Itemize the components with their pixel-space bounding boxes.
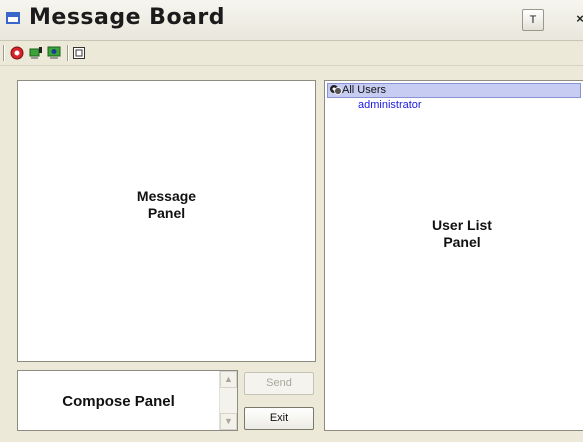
toolbar-separator [67,45,68,61]
users-icon [329,84,342,102]
scroll-up-button[interactable]: ▲ [220,371,237,388]
red-circle-icon[interactable] [10,46,24,60]
all-users-label: All Users [342,84,387,96]
user-list-panel[interactable]: All Users administrator User List Panel [324,80,583,431]
pin-button[interactable]: T [522,9,544,31]
compose-scrollbar[interactable]: ▲ ▼ [219,371,237,430]
message-panel[interactable]: Message Panel [17,80,316,362]
exit-button[interactable]: Exit [244,407,314,430]
toolbar [0,41,583,66]
window-icon [6,12,20,24]
user-list-item[interactable]: administrator [358,99,422,111]
message-panel-label: Message Panel [136,188,197,221]
compose-panel-label: Compose Panel [62,393,175,410]
toolbar-grip [3,45,4,61]
title-bar: Message Board T × [0,0,583,41]
computer-lock-icon[interactable] [47,46,61,60]
send-button[interactable]: Send [244,372,314,395]
all-users-group[interactable]: All Users [327,83,581,98]
user-list-panel-label: User List Panel [432,217,492,250]
window-title: Message Board [29,5,226,30]
compose-panel[interactable]: Compose Panel ▲ ▼ [17,370,238,431]
frame-icon[interactable] [72,46,86,60]
computer-key-icon[interactable] [29,46,43,60]
close-button[interactable]: × [569,9,583,31]
scroll-down-button[interactable]: ▼ [220,413,237,430]
